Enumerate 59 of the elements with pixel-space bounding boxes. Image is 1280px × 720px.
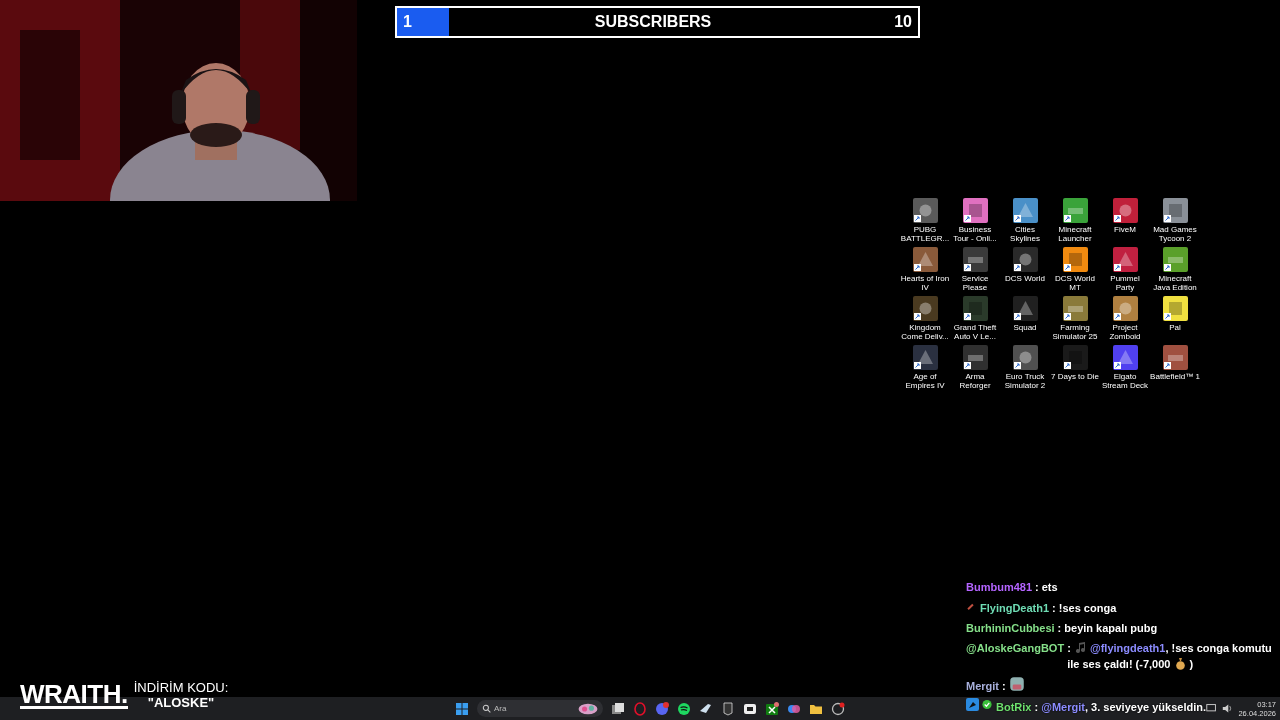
desktop-shortcut[interactable]: Business Tour - Onli... bbox=[950, 198, 1000, 245]
user-mention[interactable]: @Mergit bbox=[1041, 701, 1085, 713]
desktop-shortcut[interactable]: Cities Skylines bbox=[1000, 198, 1050, 245]
desktop-shortcut[interactable]: Farming Simulator 25 bbox=[1050, 296, 1100, 343]
goal-title: SUBSCRIBERS bbox=[593, 13, 713, 31]
desktop-shortcut[interactable]: Arma Reforger bbox=[950, 345, 1000, 392]
chat-username: FlyingDeath1 bbox=[980, 601, 1050, 616]
music-note-icon bbox=[1073, 641, 1087, 654]
chat-message: : ets bbox=[1035, 580, 1058, 595]
task-view-icon[interactable] bbox=[611, 701, 625, 716]
desktop-shortcut[interactable]: Minecraft Java Edition bbox=[1150, 247, 1200, 294]
desktop-shortcut[interactable]: Service Please bbox=[950, 247, 1000, 294]
desktop-shortcut[interactable]: FiveM bbox=[1100, 198, 1150, 245]
desktop-shortcut[interactable]: Age of Empires IV bbox=[900, 345, 950, 392]
music-app-icon[interactable] bbox=[677, 701, 691, 716]
desktop-shortcut[interactable]: DCS World MT bbox=[1050, 247, 1100, 294]
desktop-shortcut[interactable]: Pal bbox=[1150, 296, 1200, 343]
bot-badge-icon bbox=[966, 698, 979, 711]
desktop-shortcut[interactable]: Project Zomboid bbox=[1100, 296, 1150, 343]
desktop-shortcut[interactable]: Mad Games Tycoon 2 bbox=[1150, 198, 1200, 245]
desktop-shortcut[interactable]: 7 Days to Die bbox=[1050, 345, 1100, 392]
desktop-shortcut[interactable]: Pummel Party bbox=[1100, 247, 1150, 294]
app-icon[interactable] bbox=[831, 701, 845, 716]
discount-code: "ALOSKE" bbox=[147, 695, 215, 710]
desktop-shortcut[interactable]: Kingdom Come Deliv... bbox=[900, 296, 950, 343]
chat-app-icon[interactable] bbox=[655, 701, 669, 716]
search-field[interactable]: Ara bbox=[477, 700, 603, 717]
start-icon[interactable] bbox=[455, 701, 469, 716]
desktop-shortcut[interactable]: Squad bbox=[1000, 296, 1050, 343]
discount-label: İNDİRİM KODU: bbox=[133, 681, 229, 695]
desktop-shortcut[interactable]: PUBG BATTLEGR... bbox=[900, 198, 950, 245]
game-store-icon[interactable] bbox=[721, 701, 735, 716]
notification-icon[interactable] bbox=[1206, 703, 1218, 714]
chat-message: : beyin kapalı pubg bbox=[1057, 621, 1158, 636]
volume-icon[interactable] bbox=[1222, 703, 1234, 714]
chat-message: : bbox=[1002, 676, 1025, 694]
desktop-shortcut[interactable]: Grand Theft Auto V Le... bbox=[950, 296, 1000, 343]
desktop-shortcut[interactable]: Battlefield™ 1 bbox=[1150, 345, 1200, 392]
goal-target-count: 10 bbox=[893, 13, 913, 31]
chat-message: : !ses conga bbox=[1052, 601, 1117, 616]
desktop-shortcut[interactable]: Hearts of Iron IV bbox=[900, 247, 950, 294]
chat-message: : @flyingdeath1, !ses conga komutu ile ses çaldı! (-7,000 ) bbox=[1067, 640, 1273, 672]
chat-username: Mergit bbox=[966, 679, 999, 694]
chat-username: @AloskeGangBOT bbox=[966, 641, 1065, 656]
emote-icon bbox=[1008, 676, 1025, 692]
search-icon bbox=[482, 704, 491, 713]
desktop-shortcut[interactable]: Minecraft Launcher bbox=[1050, 198, 1100, 245]
capture-app-icon[interactable] bbox=[743, 701, 757, 716]
desktop-shortcut[interactable]: Euro Truck Simulator 2 bbox=[1000, 345, 1050, 392]
chat-username: Bumbum481 bbox=[966, 580, 1033, 595]
desktop-shortcut[interactable]: DCS World bbox=[1000, 247, 1050, 294]
goal-current-count: 1 bbox=[402, 13, 413, 31]
money-bag-icon bbox=[1173, 657, 1187, 670]
xbox-icon[interactable] bbox=[765, 701, 779, 716]
chat-message: : @Mergit, 3. seviyeye yükseldin. bbox=[1034, 700, 1206, 715]
desktop-shortcut[interactable]: Elgato Stream Deck bbox=[1100, 345, 1150, 392]
search-highlight-icon bbox=[577, 702, 599, 715]
chat-username: BurhininCubbesi bbox=[966, 621, 1055, 636]
chat-username: BotRix bbox=[996, 700, 1032, 715]
